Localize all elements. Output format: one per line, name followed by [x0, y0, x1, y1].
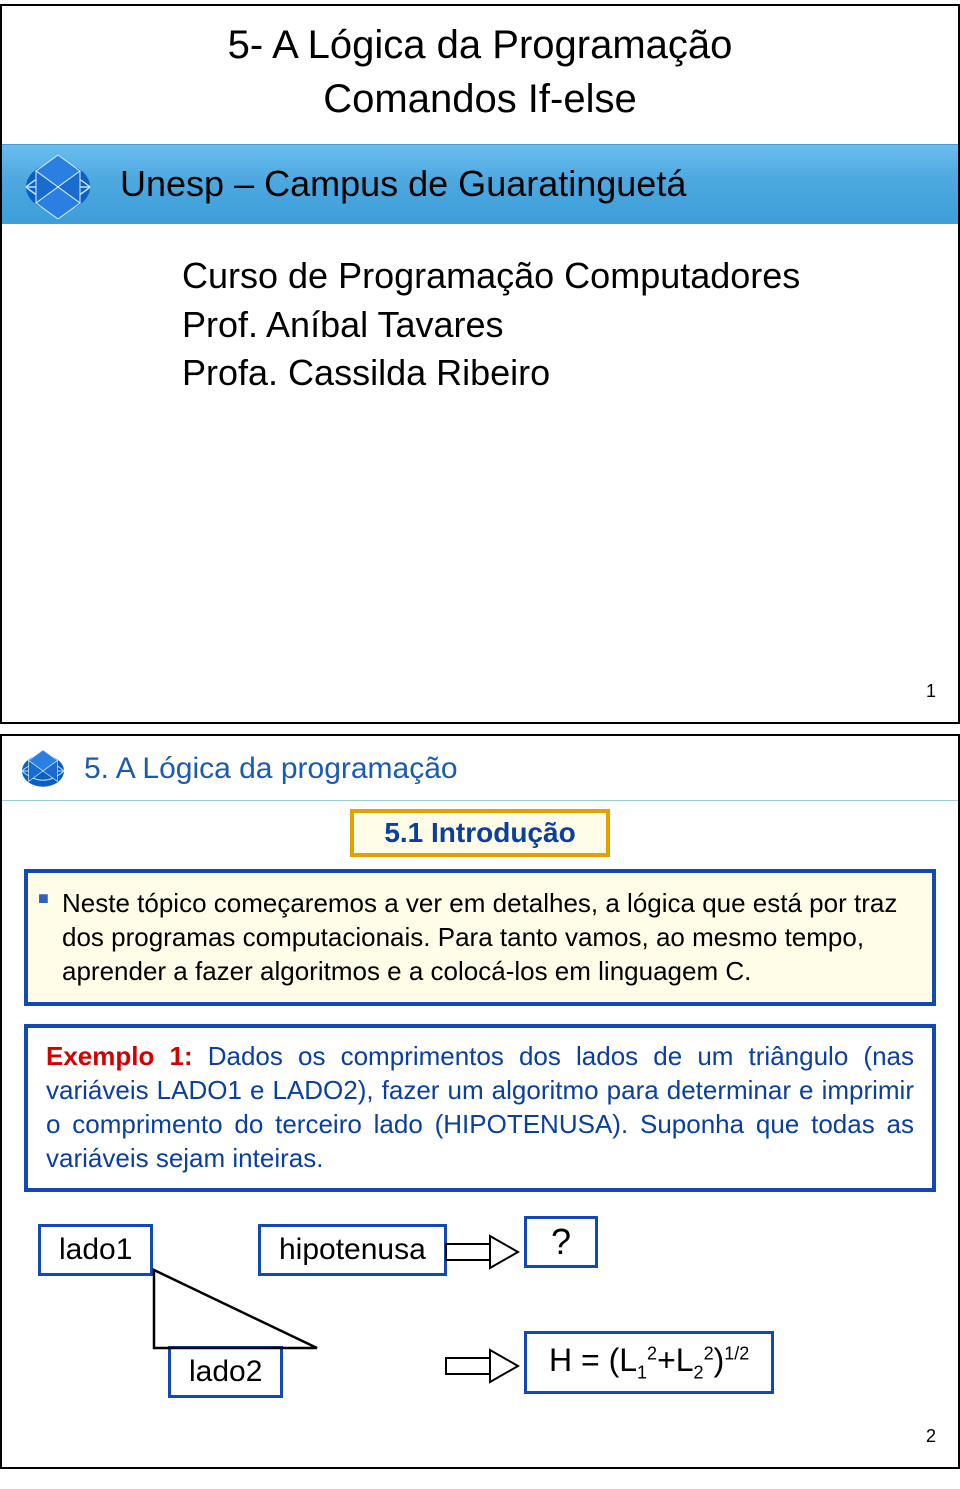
arrow-icon — [444, 1346, 520, 1386]
formula-box: H = (L12+L22)1/2 — [524, 1331, 774, 1394]
question-box: ? — [524, 1216, 598, 1268]
slide2-header: 5. A Lógica da programação — [2, 736, 958, 801]
formula-prefix: H = (L — [549, 1342, 637, 1378]
intro-box: 5.1 Introdução — [350, 809, 610, 857]
formula-sup1: 2 — [647, 1343, 657, 1363]
title-line-2: Comandos If-else — [323, 77, 636, 121]
subtitle-band: Unesp – Campus de Guaratinguetá — [2, 144, 958, 224]
note-text: Neste tópico começaremos a ver em detalh… — [62, 888, 897, 986]
title-block: 5- A Lógica da Programação Comandos If-e… — [2, 6, 958, 126]
lado1-box: lado1 — [38, 1224, 153, 1276]
slide-1: 5- A Lógica da Programação Comandos If-e… — [0, 4, 960, 724]
formula-close: ) — [714, 1342, 725, 1378]
triangle-icon — [152, 1268, 322, 1358]
globe-icon — [14, 746, 72, 792]
formula-exp: 1/2 — [724, 1343, 749, 1363]
title-line-1: 5- A Lógica da Programação — [228, 23, 733, 67]
course-block: Curso de Programação Computadores Prof. … — [2, 224, 958, 398]
course-line-2: Prof. Aníbal Tavares — [182, 301, 918, 350]
slide2-header-text: 5. A Lógica da programação — [84, 752, 458, 786]
example-label: Exemplo 1: — [46, 1041, 193, 1071]
globe-icon — [16, 149, 100, 219]
formula-sub1: 1 — [637, 1362, 647, 1382]
intro-label: 5.1 Introdução — [384, 817, 575, 848]
page-number-1: 1 — [926, 681, 936, 702]
slide-2: 5. A Lógica da programação 5.1 Introduçã… — [0, 734, 960, 1469]
course-line-1: Curso de Programação Computadores — [182, 252, 918, 301]
formula-plus: +L — [657, 1342, 693, 1378]
formula-sub2: 2 — [694, 1362, 704, 1382]
page-number-2: 2 — [926, 1426, 936, 1447]
example-box: Exemplo 1: Dados os comprimentos dos lad… — [24, 1024, 936, 1191]
course-line-3: Profa. Cassilda Ribeiro — [182, 349, 918, 398]
formula-sup2: 2 — [704, 1343, 714, 1363]
diagram: lado1 hipotenusa ? lado2 H = (L12+L22)1/… — [24, 1206, 936, 1406]
subtitle-text: Unesp – Campus de Guaratinguetá — [120, 163, 686, 205]
note-box: Neste tópico começaremos a ver em detalh… — [24, 869, 936, 1006]
arrow-icon — [444, 1232, 520, 1272]
